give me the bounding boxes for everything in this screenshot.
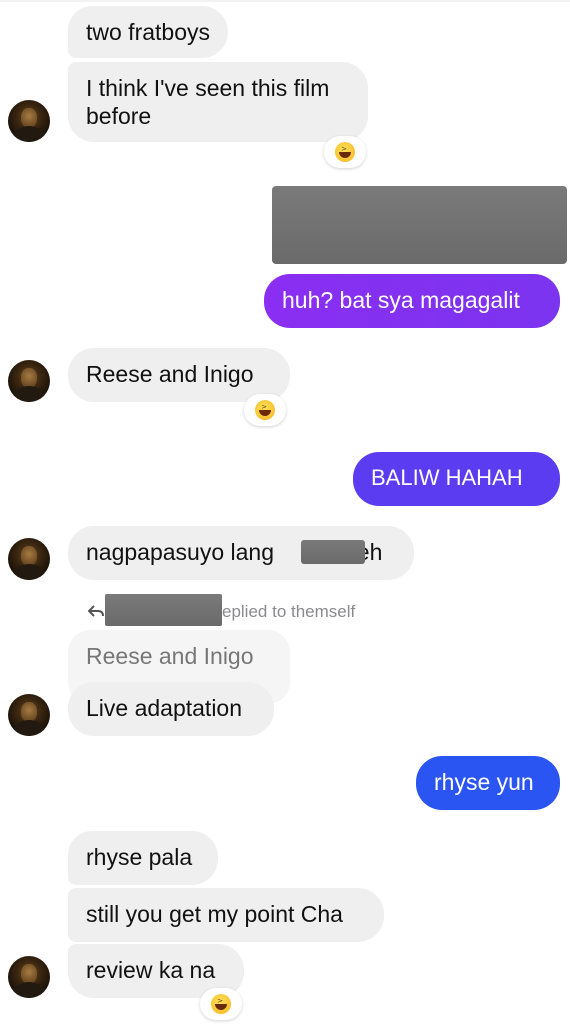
contact-avatar[interactable] [8, 360, 50, 402]
outgoing-message[interactable]: huh? bat sya magagalit [264, 274, 560, 328]
avatar-shoulders [13, 720, 45, 736]
avatar-shoulders [13, 564, 45, 580]
avatar-shoulders [13, 982, 45, 998]
incoming-message[interactable]: still you get my point Cha [68, 888, 384, 942]
avatar-face [21, 964, 37, 984]
reply-label: eplied to themself [222, 602, 356, 621]
message-text: Live adaptation [86, 695, 243, 721]
message-text: Reese and Inigo [86, 361, 254, 387]
contact-avatar[interactable] [8, 956, 50, 998]
redacted-image[interactable] [272, 186, 567, 264]
top-divider [0, 0, 570, 2]
laughing-emoji-icon: >< [211, 994, 231, 1014]
message-text: rhyse yun [434, 769, 534, 795]
incoming-message[interactable]: rhyse pala [68, 831, 218, 885]
reply-arrow-icon [88, 605, 104, 617]
message-text: review ka na [86, 957, 216, 983]
redacted-sender-name [105, 594, 222, 626]
contact-avatar[interactable] [8, 694, 50, 736]
message-text: nagpapasuyo lang [86, 539, 274, 565]
message-text-line: I think I've seen this film [86, 75, 330, 101]
avatar-shoulders [13, 386, 45, 402]
outgoing-message[interactable]: BALIW HAHAH [353, 452, 560, 506]
avatar-shoulders [13, 126, 45, 142]
laughing-emoji-icon: >< [255, 400, 275, 420]
contact-avatar[interactable] [8, 538, 50, 580]
avatar-face [21, 368, 37, 388]
message-text: two fratboys [86, 19, 210, 45]
incoming-message[interactable]: I think I've seen this film before [68, 62, 368, 142]
reaction-badge[interactable]: >< [200, 988, 242, 1020]
incoming-message[interactable]: two fratboys [68, 6, 228, 58]
message-text-line: before [86, 103, 152, 129]
avatar-face [21, 108, 37, 128]
avatar-face [21, 546, 37, 566]
reaction-badge[interactable]: >< [324, 136, 366, 168]
contact-avatar[interactable] [8, 100, 50, 142]
message-text: still you get my point Cha [86, 901, 343, 927]
reaction-badge[interactable]: >< [244, 394, 286, 426]
outgoing-message[interactable]: rhyse yun [416, 756, 560, 810]
incoming-message[interactable]: Live adaptation [68, 682, 274, 736]
redacted-name [301, 540, 365, 564]
quoted-text: Reese and Inigo [86, 643, 254, 669]
message-text: BALIW HAHAH [371, 465, 523, 490]
chat-thread: two fratboys I think I've seen this film… [0, 0, 570, 1024]
avatar-face [21, 702, 37, 722]
message-text: rhyse pala [86, 844, 193, 870]
message-text: huh? bat sya magagalit [282, 287, 520, 313]
laughing-emoji-icon: >< [335, 142, 355, 162]
